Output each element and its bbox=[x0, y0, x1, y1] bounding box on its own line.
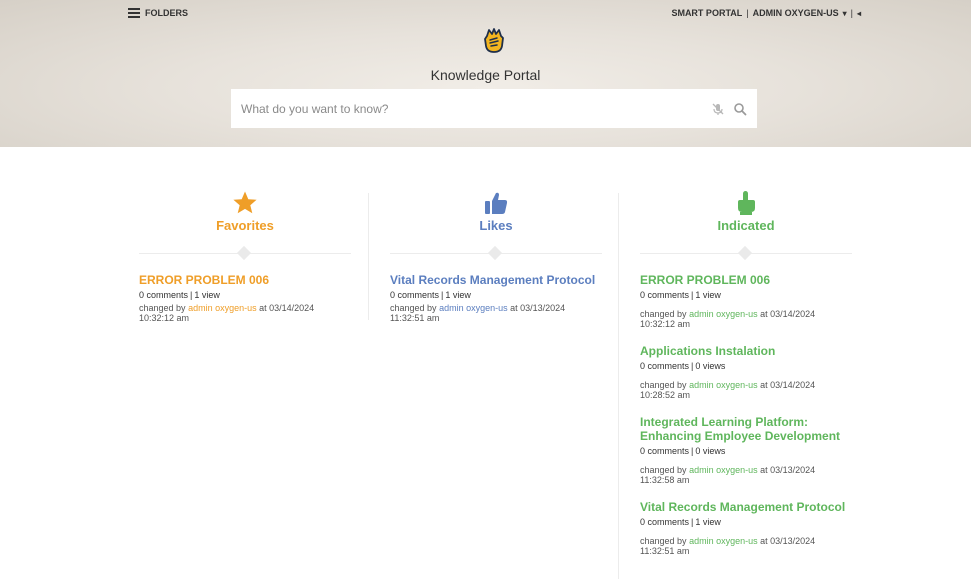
folders-menu-button[interactable]: FOLDERS bbox=[128, 8, 188, 18]
portal-logo-icon bbox=[484, 28, 504, 53]
views-count[interactable]: 1 view bbox=[445, 290, 471, 300]
hero-banner: FOLDERS SMART PORTAL | ADMIN OXYGEN-US ▾… bbox=[0, 0, 971, 147]
search-input[interactable] bbox=[241, 101, 703, 116]
article-stats: 0 comments | 1 view bbox=[640, 517, 721, 527]
user-link[interactable]: admin oxygen-us bbox=[689, 465, 758, 475]
comments-count[interactable]: 0 comments bbox=[640, 517, 689, 527]
changed-by-label: changed by bbox=[640, 309, 687, 319]
user-link[interactable]: admin oxygen-us bbox=[439, 303, 508, 313]
changed-date: at 03/14/2024 bbox=[760, 380, 816, 390]
hamburger-icon bbox=[128, 8, 140, 18]
chevron-down-icon[interactable]: ▾ bbox=[843, 9, 847, 18]
star-icon bbox=[233, 191, 257, 214]
changed-date: at 03/14/2024 bbox=[259, 303, 315, 313]
change-info: changed by admin oxygen-us at 03/14/2024… bbox=[640, 380, 852, 400]
views-count[interactable]: 1 view bbox=[695, 290, 721, 300]
article-stats: 0 comments | 1 view bbox=[640, 290, 721, 300]
changed-by-label: changed by bbox=[640, 465, 687, 475]
indicated-header: Indicated bbox=[640, 190, 852, 233]
changed-date: at 03/13/2024 bbox=[760, 465, 816, 475]
favorites-header: Favorites bbox=[139, 190, 351, 233]
smart-portal-link[interactable]: SMART PORTAL bbox=[671, 8, 742, 18]
article-link[interactable]: Vital Records Management Protocol bbox=[390, 273, 602, 287]
section-divider bbox=[139, 245, 351, 261]
user-name-dropdown[interactable]: ADMIN OXYGEN-US bbox=[753, 8, 839, 18]
changed-by-label: changed by bbox=[640, 536, 687, 546]
likes-column: Likes Vital Records Management Protocol … bbox=[390, 190, 602, 323]
changed-time: 11:32:58 am bbox=[640, 475, 690, 485]
column-divider bbox=[368, 193, 369, 320]
user-link[interactable]: admin oxygen-us bbox=[689, 380, 758, 390]
article-stats: 0 comments | 0 views bbox=[640, 446, 726, 456]
separator: | bbox=[850, 8, 853, 18]
user-link[interactable]: admin oxygen-us bbox=[689, 309, 758, 319]
list-item: Integrated Learning Platform: Enhancing … bbox=[640, 415, 852, 485]
views-count[interactable]: 1 view bbox=[194, 290, 220, 300]
article-stats: 0 comments | 0 views bbox=[640, 361, 726, 371]
user-link[interactable]: admin oxygen-us bbox=[689, 536, 758, 546]
list-item: Applications Instalation 0 comments | 0 vi… bbox=[640, 344, 852, 400]
changed-by-label: changed by bbox=[640, 380, 687, 390]
user-menu: SMART PORTAL | ADMIN OXYGEN-US ▾ | ◂ bbox=[671, 8, 861, 18]
list-item: Vital Records Management Protocol 0 comm… bbox=[390, 273, 602, 323]
list-item: Vital Records Management Protocol 0 comm… bbox=[640, 500, 852, 556]
changed-date: at 03/13/2024 bbox=[760, 536, 816, 546]
folders-label: FOLDERS bbox=[145, 8, 189, 18]
article-link[interactable]: ERROR PROBLEM 006 bbox=[139, 273, 351, 287]
changed-time: 10:32:12 am bbox=[139, 313, 190, 323]
change-info: changed by admin oxygen-us at 03/13/2024… bbox=[640, 465, 852, 485]
comments-count[interactable]: 0 comments bbox=[640, 290, 689, 300]
pointing-hand-icon bbox=[738, 191, 755, 215]
thumbs-up-icon bbox=[485, 192, 508, 214]
indicated-column: Indicated ERROR PROBLEM 006 0 comments | 1… bbox=[640, 190, 852, 556]
indicated-title: Indicated bbox=[717, 218, 775, 233]
change-info: changed by admin oxygen-us at 03/13/2024… bbox=[640, 536, 852, 556]
article-link[interactable]: Applications Instalation bbox=[640, 344, 852, 358]
change-info: changed by admin oxygen-us at 03/14/2024… bbox=[640, 309, 852, 329]
changed-date: at 03/13/2024 bbox=[510, 303, 566, 313]
changed-time: 11:32:51 am bbox=[640, 546, 690, 556]
separator: | bbox=[746, 8, 749, 18]
article-link[interactable]: ERROR PROBLEM 006 bbox=[640, 273, 852, 287]
page-title: Knowledge Portal bbox=[430, 67, 541, 83]
change-info: changed by admin oxygen-us at 03/13/2024… bbox=[390, 303, 602, 323]
likes-header: Likes bbox=[390, 190, 602, 233]
comments-count[interactable]: 0 comments bbox=[390, 290, 439, 300]
section-divider bbox=[640, 245, 852, 261]
views-count[interactable]: 0 views bbox=[695, 446, 725, 456]
comments-count[interactable]: 0 comments bbox=[139, 290, 188, 300]
favorites-title: Favorites bbox=[216, 218, 274, 233]
collapse-arrow-icon[interactable]: ◂ bbox=[857, 9, 861, 18]
article-stats: 0 comments | 1 view bbox=[139, 290, 220, 300]
search-icon[interactable] bbox=[733, 102, 747, 116]
changed-time: 11:32:51 am bbox=[390, 313, 440, 323]
section-divider bbox=[390, 245, 602, 261]
column-divider bbox=[618, 193, 619, 579]
comments-count[interactable]: 0 comments bbox=[640, 361, 689, 371]
favorites-column: Favorites ERROR PROBLEM 006 0 comments | 1… bbox=[139, 190, 351, 323]
top-bar: FOLDERS SMART PORTAL | ADMIN OXYGEN-US ▾… bbox=[0, 8, 971, 22]
changed-time: 10:28:52 am bbox=[640, 390, 691, 400]
mic-off-icon[interactable] bbox=[711, 102, 725, 116]
list-item: ERROR PROBLEM 006 0 comments | 1 view chan… bbox=[640, 273, 852, 329]
article-link[interactable]: Vital Records Management Protocol bbox=[640, 500, 852, 514]
changed-time: 10:32:12 am bbox=[640, 319, 691, 329]
article-link[interactable]: Integrated Learning Platform: Enhancing … bbox=[640, 415, 852, 443]
likes-title: Likes bbox=[479, 218, 513, 233]
views-count[interactable]: 0 views bbox=[695, 361, 725, 371]
change-info: changed by admin oxygen-us at 03/14/2024… bbox=[139, 303, 351, 323]
changed-by-label: changed by bbox=[139, 303, 186, 313]
changed-date: at 03/14/2024 bbox=[760, 309, 816, 319]
list-item: ERROR PROBLEM 006 0 comments | 1 view chan… bbox=[139, 273, 351, 323]
views-count[interactable]: 1 view bbox=[695, 517, 721, 527]
search-bar bbox=[231, 89, 757, 128]
user-link[interactable]: admin oxygen-us bbox=[188, 303, 257, 313]
changed-by-label: changed by bbox=[390, 303, 437, 313]
comments-count[interactable]: 0 comments bbox=[640, 446, 689, 456]
article-stats: 0 comments | 1 view bbox=[390, 290, 471, 300]
